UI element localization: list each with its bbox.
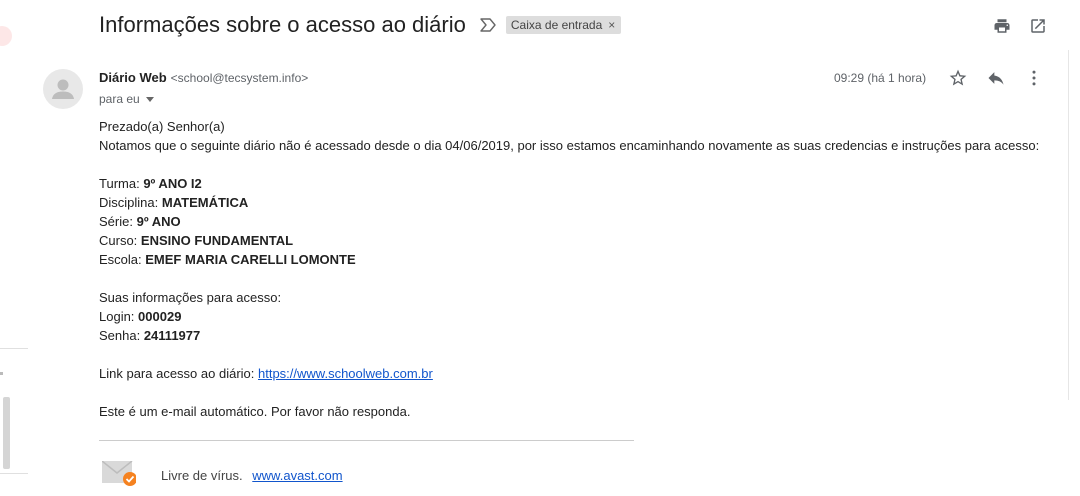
avast-mail-icon[interactable] bbox=[101, 460, 137, 491]
password-line: Senha: 24111977 bbox=[99, 326, 1039, 345]
email-subject: Informações sobre o acesso ao diário bbox=[99, 12, 466, 37]
sender-name[interactable]: Diário Web bbox=[99, 70, 167, 85]
password-value: 24111977 bbox=[143, 328, 201, 343]
link-label: Link para acesso ao diário: bbox=[99, 366, 255, 381]
subject-row: Informações sobre o acesso ao diário Cai… bbox=[99, 12, 622, 38]
compose-button-fragment[interactable] bbox=[0, 26, 12, 46]
edge-marker bbox=[0, 372, 3, 375]
field-serie: Série: 9º ANO bbox=[99, 212, 1039, 231]
signature-divider bbox=[99, 440, 634, 441]
login-value: 000029 bbox=[138, 309, 182, 324]
virus-free-text: Livre de vírus. bbox=[161, 468, 243, 483]
recipient-text: para eu bbox=[99, 92, 140, 106]
field-value: MATEMÁTICA bbox=[161, 195, 249, 210]
access-link[interactable]: https://www.schoolweb.com.br bbox=[258, 366, 433, 381]
chevron-down-icon bbox=[145, 96, 154, 102]
recipient-details-toggle[interactable]: para eu bbox=[99, 92, 154, 106]
field-label: Disciplina: bbox=[99, 195, 159, 210]
message-actions bbox=[948, 68, 1044, 88]
field-label: Série: bbox=[99, 214, 133, 229]
left-panel-edge bbox=[0, 0, 30, 480]
field-disciplina: Disciplina: MATEMÁTICA bbox=[99, 193, 1039, 212]
open-in-new-window-icon[interactable] bbox=[1028, 16, 1048, 36]
signature-text: Livre de vírus. www.avast.com bbox=[161, 468, 343, 483]
field-label: Turma: bbox=[99, 176, 140, 191]
inbox-label-chip: Caixa de entrada × bbox=[505, 16, 622, 34]
more-vertical-icon[interactable] bbox=[1024, 68, 1044, 88]
print-icon[interactable] bbox=[992, 16, 1012, 36]
field-label: Escola: bbox=[99, 252, 142, 267]
scrollbar-track[interactable] bbox=[1068, 50, 1080, 400]
footer-note: Este é um e-mail automático. Por favor n… bbox=[99, 404, 411, 419]
sender-line: Diário Web <school@tecsystem.info> bbox=[99, 70, 308, 85]
important-marker-icon[interactable] bbox=[480, 16, 498, 34]
password-label: Senha: bbox=[99, 328, 141, 343]
reply-icon[interactable] bbox=[986, 68, 1006, 88]
intro-paragraph: Notamos que o seguinte diário não é aces… bbox=[99, 138, 1040, 153]
field-value: EMEF MARIA CARELLI LOMONTE bbox=[145, 252, 356, 267]
greeting: Prezado(a) Senhor(a) bbox=[99, 119, 225, 134]
field-turma: Turma: 9º ANO I2 bbox=[99, 174, 1039, 193]
top-toolbar bbox=[992, 16, 1048, 36]
sender-email: <school@tecsystem.info> bbox=[170, 71, 309, 85]
field-escola: Escola: EMEF MARIA CARELLI LOMONTE bbox=[99, 250, 1039, 269]
scrollbar-thumb[interactable] bbox=[3, 397, 10, 469]
sender-avatar[interactable] bbox=[43, 69, 83, 109]
field-value: 9º ANO bbox=[136, 214, 181, 229]
avast-link[interactable]: www.avast.com bbox=[252, 468, 342, 483]
link-line: Link para acesso ao diário: https://www.… bbox=[99, 364, 1039, 383]
field-value: 9º ANO I2 bbox=[143, 176, 202, 191]
person-icon bbox=[52, 79, 74, 99]
divider bbox=[0, 473, 28, 474]
remove-label-icon[interactable]: × bbox=[608, 18, 615, 32]
access-heading: Suas informações para acesso: bbox=[99, 290, 282, 305]
email-body: Prezado(a) Senhor(a) Notamos que o segui… bbox=[99, 117, 1039, 421]
divider bbox=[0, 348, 28, 349]
login-line: Login: 000029 bbox=[99, 307, 1039, 326]
star-icon[interactable] bbox=[948, 68, 968, 88]
login-label: Login: bbox=[99, 309, 135, 324]
message-timestamp: 09:29 (há 1 hora) bbox=[834, 71, 927, 85]
inbox-label-text: Caixa de entrada bbox=[510, 18, 603, 32]
field-label: Curso: bbox=[99, 233, 138, 248]
field-curso: Curso: ENSINO FUNDAMENTAL bbox=[99, 231, 1039, 250]
field-value: ENSINO FUNDAMENTAL bbox=[140, 233, 294, 248]
